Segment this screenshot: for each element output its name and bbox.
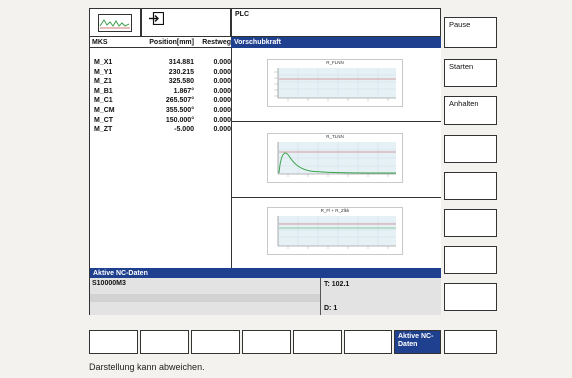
table-row: M_CM 355.500° 0.000 (94, 106, 231, 114)
chart-1: R_FLNN (267, 59, 403, 107)
softkey-right-8[interactable] (444, 283, 497, 311)
softkey-bottom-5[interactable] (293, 330, 342, 354)
softkey-aktive-nc-daten[interactable]: Aktive NC-Daten (394, 330, 441, 354)
column-header-position: Position[mm] (149, 38, 194, 46)
table-row: M_Z1 325.580 0.000 (94, 78, 231, 86)
table-header: MKS Position[mm] Restweg (90, 37, 231, 48)
column-header-restweg: Restweg (202, 38, 231, 46)
softkey-right-5[interactable] (444, 172, 497, 200)
d-label: D: 1 (324, 305, 338, 312)
chart-section-2: R_TLNN (232, 122, 441, 198)
channel-field: PLC (231, 8, 441, 37)
toolbar-wave-button[interactable] (89, 8, 141, 37)
channel-label: PLC (235, 11, 249, 18)
softkey-bottom-1[interactable] (89, 330, 138, 354)
chart-3: R_Fl + R_Zlkk (267, 207, 403, 255)
table-row: M_B1 1.867° 0.000 (94, 87, 231, 95)
tool-field: T: 102.1 D: 1 (321, 278, 441, 315)
softkey-right-4[interactable] (444, 135, 497, 163)
softkey-bottom-8[interactable] (444, 330, 497, 354)
footer-note: Darstellung kann abweichen. (89, 362, 205, 372)
softkey-bottom-2[interactable] (140, 330, 189, 354)
chart-plot (277, 216, 396, 249)
program-field: S10000M3 (90, 278, 321, 315)
chart-2: R_TLNN (267, 133, 403, 183)
softkey-right-6[interactable] (444, 209, 497, 237)
chart-plot (274, 68, 396, 101)
active-nc-panel: S10000M3 T: 102.1 D: 1 (90, 278, 441, 315)
axis-list: M_X1 314.881 0.000 M_Y1 230.215 0.000 M_Z1 32… (90, 58, 231, 135)
program-line-strip (90, 294, 320, 302)
table-row: M_Y1 230.215 0.000 (94, 68, 231, 76)
chart-plot (277, 142, 397, 177)
softkey-bottom-6[interactable] (344, 330, 392, 354)
softkey-bottom-3[interactable] (191, 330, 240, 354)
softkey-right-7[interactable] (444, 246, 497, 274)
active-nc-header: Aktive NC-Daten (90, 268, 441, 278)
arrow-into-box-icon (149, 12, 164, 25)
table-row: M_C1 265.507° 0.000 (94, 97, 231, 105)
softkey-anhalten[interactable]: Anhalten (444, 96, 497, 125)
chart-section-3: R_Fl + R_Zlkk (232, 198, 441, 268)
softkey-pause[interactable]: Pause (444, 17, 497, 48)
program-name: S10000M3 (92, 280, 126, 287)
table-row: M_ZT -5.000 0.000 (94, 126, 231, 134)
feed-panel: R_FLNN R_TLNN R_Fl + R_Zlkk (231, 48, 441, 268)
feed-header: Vorschubkraft (231, 37, 441, 48)
toolbar-export-button[interactable] (141, 8, 231, 37)
tool-label: T: 102.1 (324, 281, 350, 288)
table-row: M_X1 314.881 0.000 (94, 59, 231, 66)
column-header-mks: MKS (92, 38, 108, 46)
softkey-bottom-4[interactable] (242, 330, 291, 354)
chart-section-1: R_FLNN (232, 48, 441, 122)
waveform-icon (98, 14, 132, 32)
softkey-starten[interactable]: Starten (444, 59, 497, 87)
table-row: M_CT 150.000° 0.000 (94, 116, 231, 124)
